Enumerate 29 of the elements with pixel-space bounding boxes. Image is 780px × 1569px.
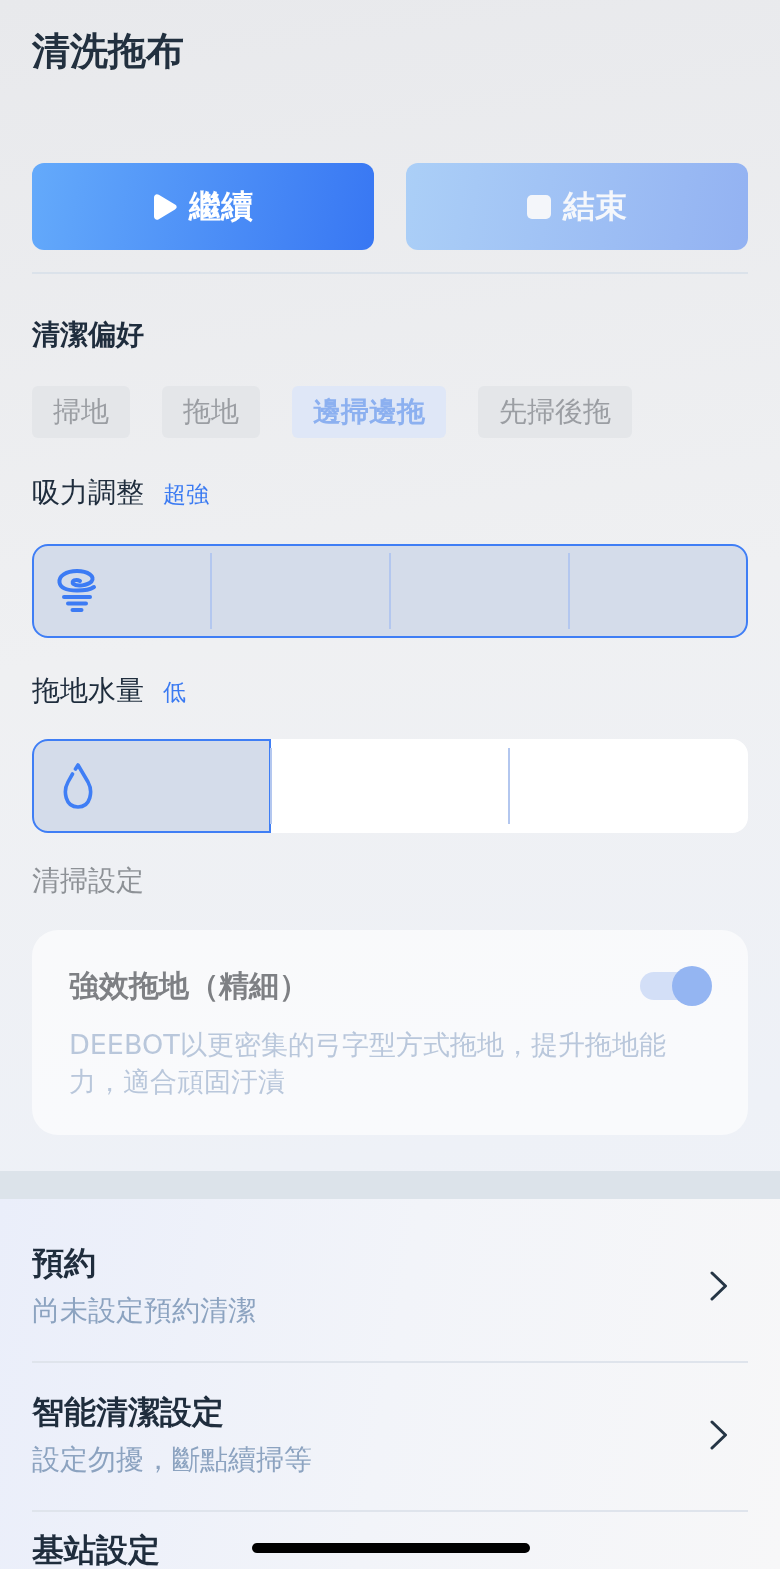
setting-value: 低 — [163, 678, 186, 707]
suction-level-fill[interactable] — [32, 544, 748, 638]
water-drop-icon — [62, 763, 94, 809]
mode-option[interactable]: 先掃後拖 — [478, 386, 632, 438]
water-level-track[interactable] — [32, 739, 748, 833]
menu-title[interactable]: 智能清潔設定 — [32, 1392, 312, 1432]
menu-title[interactable]: 預約 — [32, 1243, 256, 1283]
setting-title: 強效拖地（精細） — [69, 967, 309, 1005]
setting-label: 吸力調整 — [32, 475, 144, 511]
tornado-icon — [55, 568, 99, 614]
mode-option[interactable]: 邊掃邊拖 — [292, 386, 446, 438]
water-level-fill[interactable] — [32, 739, 271, 833]
stop-icon — [527, 194, 551, 219]
chevron-right-icon[interactable] — [710, 1420, 728, 1450]
mode-option[interactable]: 拖地 — [162, 386, 260, 438]
menu-subtitle: 設定勿擾，斷點續掃等 — [32, 1442, 312, 1478]
menu-title[interactable]: 基站設定 — [32, 1534, 160, 1566]
menu-subtitle: 尚未設定預約清潔 — [32, 1293, 256, 1329]
section-heading: 清潔偏好 — [32, 317, 145, 353]
setting-description: DEEBOT以更密集的弓字型方式拖地，提升拖地能力，適合頑固汙漬 — [69, 1028, 667, 1099]
setting-label: 拖地水量 — [32, 673, 144, 709]
continue-button[interactable]: 繼續 — [32, 163, 374, 250]
setting-value: 超強 — [163, 480, 209, 509]
play-icon — [153, 193, 177, 220]
chevron-right-icon[interactable] — [710, 1271, 728, 1301]
end-button[interactable]: 結束 — [406, 163, 748, 250]
section-heading: 清掃設定 — [32, 863, 145, 899]
page-title: 清洗拖布 — [32, 28, 185, 75]
mode-option[interactable]: 掃地 — [32, 386, 130, 438]
